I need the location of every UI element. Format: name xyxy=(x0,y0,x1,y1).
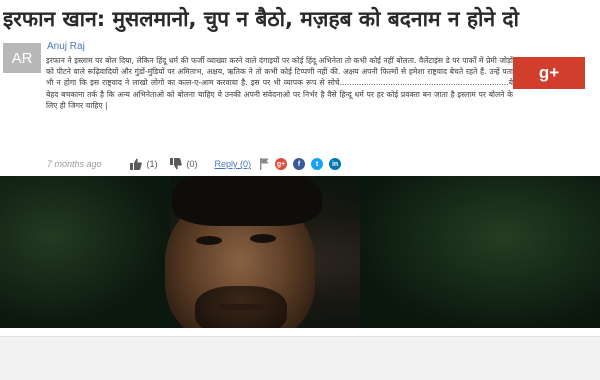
thumbs-up-icon[interactable] xyxy=(129,158,142,170)
google-plus-share-button[interactable]: g+ xyxy=(513,57,585,89)
photo-mouth xyxy=(218,304,264,310)
like-count: (1) xyxy=(146,159,158,169)
avatar[interactable]: AR xyxy=(3,43,41,73)
comment-card: AR Anuj Raj इरफान ने इस्लाम पर बोल दिया,… xyxy=(3,37,513,176)
flag-icon[interactable] xyxy=(260,158,269,170)
article-photo xyxy=(0,176,600,328)
twitter-icon[interactable]: t xyxy=(311,158,324,170)
linkedin-icon[interactable]: in xyxy=(329,158,342,170)
facebook-icon[interactable]: f xyxy=(293,158,306,170)
comment-author-link[interactable]: Anuj Raj xyxy=(47,41,85,52)
photo-right-eye xyxy=(250,234,276,243)
photo-hair xyxy=(172,176,322,226)
photo-background-foliage-left xyxy=(0,176,170,328)
comment-body: इरफान ने इस्लाम पर बोल दिया, लेकिन हिंदू… xyxy=(46,56,513,110)
footer-panel xyxy=(0,336,600,380)
reply-link[interactable]: Reply (0) xyxy=(215,159,252,169)
dislike-count: (0) xyxy=(186,159,198,169)
google-plus-icon[interactable]: g+ xyxy=(275,158,288,170)
photo-background-foliage-right xyxy=(360,176,600,328)
thumbs-down-icon[interactable] xyxy=(169,158,182,170)
comment-actions: 7 months ago (1) (0) Reply (0) g+ f t in xyxy=(47,157,342,171)
page-title: इरफान खान: मुसलमानो, चुप न बैठो, मज़हब क… xyxy=(3,7,519,31)
comment-timestamp: 7 months ago xyxy=(47,159,102,169)
photo-left-eye xyxy=(196,236,222,245)
